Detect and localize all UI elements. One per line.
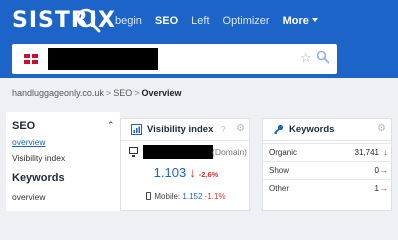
help-icon[interactable]: ? (221, 125, 225, 134)
nav-begin[interactable]: begin (115, 15, 142, 27)
arrow-right-icon: → (379, 183, 388, 193)
visibility-value-row: 1.103 ↓ -2.6% (121, 164, 251, 182)
mobile-change: -1.1% (204, 192, 226, 201)
redacted-search-query (48, 48, 158, 70)
sidebar-item-visibility-index[interactable]: Visibility index (12, 153, 65, 163)
sidebar-item-overview[interactable]: overview (12, 137, 46, 147)
nav-optimizer[interactable]: Optimizer (223, 15, 270, 27)
domain-label: (Domain) (212, 147, 247, 157)
keyword-value: 31,741 (354, 148, 379, 157)
top-header: SISTRIX begin SEO Left Optimizer More ☆ (0, 0, 398, 78)
visibility-index-card: Visibility index ? ⚙ (Domain) 1.103 ↓ -2.6… (120, 118, 250, 211)
card-header: Keywords ⚙ (263, 119, 391, 141)
card-title: Keywords (289, 124, 335, 135)
sidebar-section-keywords: Keywords (12, 172, 65, 184)
main-nav: begin SEO Left Optimizer More (115, 15, 331, 27)
nav-more[interactable]: More (283, 15, 318, 27)
breadcrumb-domain[interactable]: handluggageonly.co.uk (12, 88, 104, 98)
chevron-down-icon (311, 18, 318, 22)
search-icon[interactable] (316, 50, 330, 64)
key-icon (273, 124, 284, 135)
breadcrumb-separator: > (105, 88, 112, 98)
desktop-icon (129, 147, 138, 157)
card-title: Visibility index (147, 124, 214, 135)
arrow-down-icon: ↓ (189, 165, 196, 180)
mobile-icon (146, 192, 152, 200)
table-row[interactable]: Organic 31,741 ↓ (263, 143, 393, 161)
redacted-domain (143, 145, 213, 159)
keyword-label: Organic (269, 148, 298, 157)
sidebar: SEO ⌃ overview Visibility index Keywords… (6, 112, 120, 211)
visibility-change: -2.6% (198, 170, 219, 179)
chevron-up-icon[interactable]: ⌃ (107, 120, 115, 131)
breadcrumb: handluggageonly.co.uk > SEO > Overview (12, 88, 182, 98)
table-row[interactable]: Show 0 → (263, 161, 393, 179)
keywords-card: Keywords ⚙ Organic 31,741 ↓ Show 0 → Oth… (262, 118, 393, 211)
gear-icon[interactable]: ⚙ (236, 123, 245, 134)
arrow-down-icon: ↓ (383, 147, 389, 157)
breadcrumb-current: Overview (141, 88, 182, 98)
arrow-right-icon: → (379, 165, 388, 175)
mobile-label: Mobile: (154, 192, 181, 201)
breadcrumb-separator: > (134, 88, 140, 98)
flag-uk-icon[interactable] (24, 54, 38, 64)
mobile-visibility-row: Mobile: 1.152 -1.1% (121, 192, 251, 201)
star-icon[interactable]: ☆ (300, 50, 312, 66)
table-row[interactable]: Other 1 → (263, 179, 393, 197)
breadcrumb-section[interactable]: SEO (113, 88, 132, 98)
nav-seo[interactable]: SEO (155, 15, 178, 27)
gear-icon[interactable]: ⚙ (377, 123, 386, 134)
keyword-label: Show (269, 166, 290, 175)
domain-row: (Domain) (127, 145, 247, 159)
keyword-label: Other (269, 184, 290, 193)
card-header: Visibility index ? ⚙ (121, 119, 249, 141)
search-input[interactable]: ☆ (12, 44, 337, 74)
nav-more-label: More (282, 15, 309, 27)
logo-magnifier-icon (76, 8, 101, 33)
chart-icon (131, 124, 142, 135)
sidebar-section-title: SEO (12, 120, 36, 132)
visibility-value[interactable]: 1.103 (154, 165, 187, 180)
nav-left[interactable]: Left (191, 15, 209, 27)
sidebar-item-keywords-overview[interactable]: overview (12, 192, 46, 202)
mobile-value[interactable]: 1.152 (182, 192, 202, 201)
